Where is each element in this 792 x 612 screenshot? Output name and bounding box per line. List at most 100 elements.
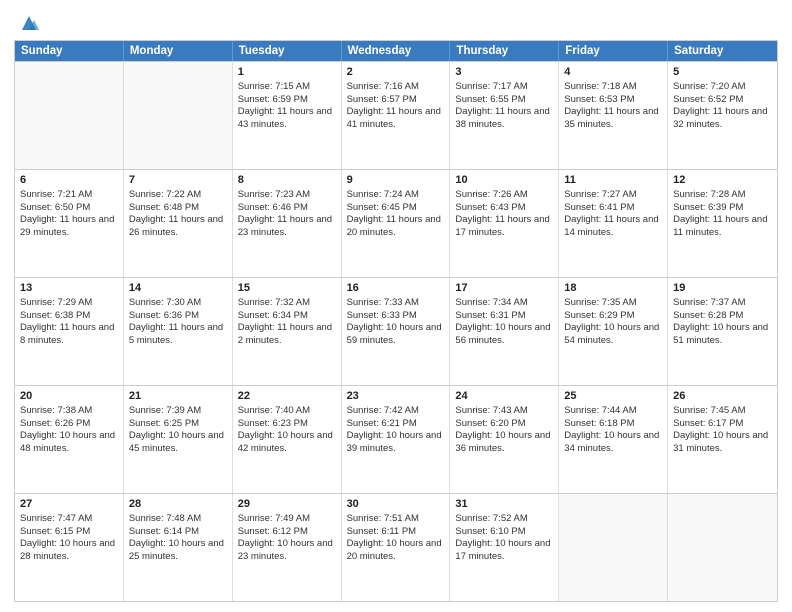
cal-cell: 15Sunrise: 7:32 AMSunset: 6:34 PMDayligh… — [233, 278, 342, 385]
daylight-text: Daylight: 10 hours and 48 minutes. — [20, 430, 115, 454]
sunset-text: Sunset: 6:18 PM — [564, 418, 634, 429]
sunset-text: Sunset: 6:46 PM — [238, 202, 308, 213]
sunset-text: Sunset: 6:33 PM — [347, 310, 417, 321]
day-number: 6 — [20, 173, 118, 188]
cal-cell — [559, 494, 668, 601]
sunset-text: Sunset: 6:29 PM — [564, 310, 634, 321]
sunset-text: Sunset: 6:15 PM — [20, 526, 90, 537]
day-number: 12 — [673, 173, 772, 188]
day-number: 4 — [564, 65, 662, 80]
daylight-text: Daylight: 10 hours and 17 minutes. — [455, 538, 550, 562]
sunset-text: Sunset: 6:41 PM — [564, 202, 634, 213]
day-number: 13 — [20, 281, 118, 296]
daylight-text: Daylight: 10 hours and 45 minutes. — [129, 430, 224, 454]
daylight-text: Daylight: 11 hours and 41 minutes. — [347, 106, 441, 130]
daylight-text: Daylight: 10 hours and 39 minutes. — [347, 430, 442, 454]
cal-cell: 22Sunrise: 7:40 AMSunset: 6:23 PMDayligh… — [233, 386, 342, 493]
sunset-text: Sunset: 6:26 PM — [20, 418, 90, 429]
sunrise-text: Sunrise: 7:49 AM — [238, 513, 310, 524]
daylight-text: Daylight: 10 hours and 42 minutes. — [238, 430, 333, 454]
cal-cell: 9Sunrise: 7:24 AMSunset: 6:45 PMDaylight… — [342, 170, 451, 277]
day-number: 27 — [20, 497, 118, 512]
sunset-text: Sunset: 6:39 PM — [673, 202, 743, 213]
day-number: 3 — [455, 65, 553, 80]
daylight-text: Daylight: 11 hours and 14 minutes. — [564, 214, 658, 238]
sunrise-text: Sunrise: 7:24 AM — [347, 189, 419, 200]
daylight-text: Daylight: 11 hours and 17 minutes. — [455, 214, 549, 238]
sunrise-text: Sunrise: 7:39 AM — [129, 405, 201, 416]
daylight-text: Daylight: 10 hours and 54 minutes. — [564, 322, 659, 346]
day-number: 1 — [238, 65, 336, 80]
daylight-text: Daylight: 10 hours and 23 minutes. — [238, 538, 333, 562]
sunset-text: Sunset: 6:14 PM — [129, 526, 199, 537]
sunset-text: Sunset: 6:55 PM — [455, 94, 525, 105]
daylight-text: Daylight: 11 hours and 23 minutes. — [238, 214, 332, 238]
cal-cell: 18Sunrise: 7:35 AMSunset: 6:29 PMDayligh… — [559, 278, 668, 385]
cal-cell: 19Sunrise: 7:37 AMSunset: 6:28 PMDayligh… — [668, 278, 777, 385]
day-number: 28 — [129, 497, 227, 512]
header-cell-sunday: Sunday — [15, 41, 124, 61]
daylight-text: Daylight: 10 hours and 51 minutes. — [673, 322, 768, 346]
sunrise-text: Sunrise: 7:38 AM — [20, 405, 92, 416]
cal-cell: 16Sunrise: 7:33 AMSunset: 6:33 PMDayligh… — [342, 278, 451, 385]
sunset-text: Sunset: 6:52 PM — [673, 94, 743, 105]
daylight-text: Daylight: 11 hours and 35 minutes. — [564, 106, 658, 130]
header-cell-thursday: Thursday — [450, 41, 559, 61]
sunrise-text: Sunrise: 7:30 AM — [129, 297, 201, 308]
sunrise-text: Sunrise: 7:45 AM — [673, 405, 745, 416]
sunset-text: Sunset: 6:50 PM — [20, 202, 90, 213]
cal-cell: 31Sunrise: 7:52 AMSunset: 6:10 PMDayligh… — [450, 494, 559, 601]
day-number: 23 — [347, 389, 445, 404]
sunset-text: Sunset: 6:48 PM — [129, 202, 199, 213]
day-number: 29 — [238, 497, 336, 512]
day-number: 19 — [673, 281, 772, 296]
header-cell-tuesday: Tuesday — [233, 41, 342, 61]
cal-cell: 29Sunrise: 7:49 AMSunset: 6:12 PMDayligh… — [233, 494, 342, 601]
sunrise-text: Sunrise: 7:23 AM — [238, 189, 310, 200]
cal-cell: 30Sunrise: 7:51 AMSunset: 6:11 PMDayligh… — [342, 494, 451, 601]
sunrise-text: Sunrise: 7:33 AM — [347, 297, 419, 308]
sunrise-text: Sunrise: 7:44 AM — [564, 405, 636, 416]
sunset-text: Sunset: 6:53 PM — [564, 94, 634, 105]
sunrise-text: Sunrise: 7:42 AM — [347, 405, 419, 416]
cal-cell: 4Sunrise: 7:18 AMSunset: 6:53 PMDaylight… — [559, 62, 668, 169]
sunset-text: Sunset: 6:20 PM — [455, 418, 525, 429]
daylight-text: Daylight: 10 hours and 31 minutes. — [673, 430, 768, 454]
cal-cell: 23Sunrise: 7:42 AMSunset: 6:21 PMDayligh… — [342, 386, 451, 493]
daylight-text: Daylight: 10 hours and 25 minutes. — [129, 538, 224, 562]
cal-cell: 27Sunrise: 7:47 AMSunset: 6:15 PMDayligh… — [15, 494, 124, 601]
cal-cell: 21Sunrise: 7:39 AMSunset: 6:25 PMDayligh… — [124, 386, 233, 493]
daylight-text: Daylight: 10 hours and 56 minutes. — [455, 322, 550, 346]
cal-cell: 3Sunrise: 7:17 AMSunset: 6:55 PMDaylight… — [450, 62, 559, 169]
sunset-text: Sunset: 6:34 PM — [238, 310, 308, 321]
sunset-text: Sunset: 6:38 PM — [20, 310, 90, 321]
daylight-text: Daylight: 11 hours and 32 minutes. — [673, 106, 767, 130]
cal-cell: 26Sunrise: 7:45 AMSunset: 6:17 PMDayligh… — [668, 386, 777, 493]
daylight-text: Daylight: 10 hours and 28 minutes. — [20, 538, 115, 562]
cal-cell — [124, 62, 233, 169]
week-row-5: 27Sunrise: 7:47 AMSunset: 6:15 PMDayligh… — [15, 493, 777, 601]
sunrise-text: Sunrise: 7:52 AM — [455, 513, 527, 524]
cal-cell: 10Sunrise: 7:26 AMSunset: 6:43 PMDayligh… — [450, 170, 559, 277]
sunrise-text: Sunrise: 7:34 AM — [455, 297, 527, 308]
day-number: 22 — [238, 389, 336, 404]
sunset-text: Sunset: 6:10 PM — [455, 526, 525, 537]
sunrise-text: Sunrise: 7:16 AM — [347, 81, 419, 92]
cal-cell: 11Sunrise: 7:27 AMSunset: 6:41 PMDayligh… — [559, 170, 668, 277]
daylight-text: Daylight: 10 hours and 20 minutes. — [347, 538, 442, 562]
cal-cell: 5Sunrise: 7:20 AMSunset: 6:52 PMDaylight… — [668, 62, 777, 169]
cal-cell: 17Sunrise: 7:34 AMSunset: 6:31 PMDayligh… — [450, 278, 559, 385]
daylight-text: Daylight: 11 hours and 29 minutes. — [20, 214, 114, 238]
sunrise-text: Sunrise: 7:43 AM — [455, 405, 527, 416]
sunrise-text: Sunrise: 7:48 AM — [129, 513, 201, 524]
logo — [14, 12, 40, 34]
header-cell-monday: Monday — [124, 41, 233, 61]
cal-cell — [15, 62, 124, 169]
week-row-4: 20Sunrise: 7:38 AMSunset: 6:26 PMDayligh… — [15, 385, 777, 493]
week-row-1: 1Sunrise: 7:15 AMSunset: 6:59 PMDaylight… — [15, 61, 777, 169]
day-number: 17 — [455, 281, 553, 296]
header-cell-friday: Friday — [559, 41, 668, 61]
cal-cell: 25Sunrise: 7:44 AMSunset: 6:18 PMDayligh… — [559, 386, 668, 493]
day-number: 18 — [564, 281, 662, 296]
sunrise-text: Sunrise: 7:21 AM — [20, 189, 92, 200]
